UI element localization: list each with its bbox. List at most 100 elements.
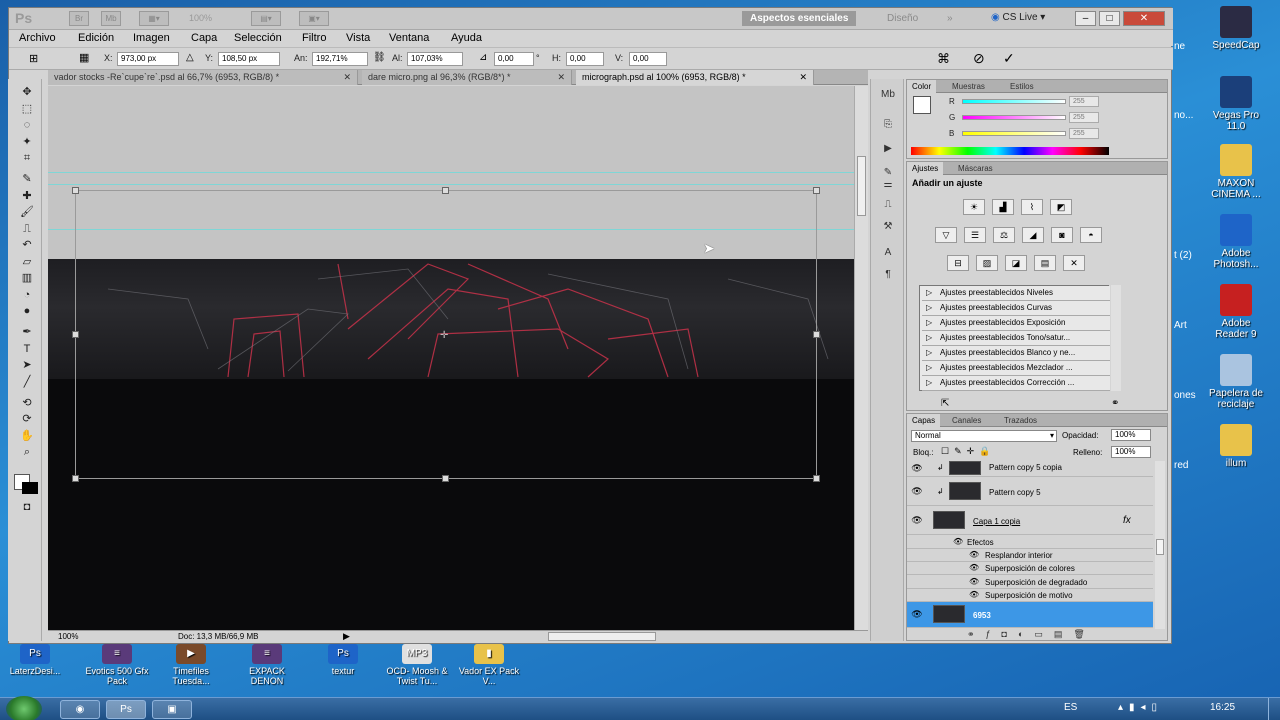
move-tool-icon[interactable]: ✥ <box>18 85 36 99</box>
brush-tool-icon[interactable]: 🖌 <box>18 205 36 219</box>
layer-row-selected[interactable]: 👁 6953 <box>907 602 1153 628</box>
stamp-tool-icon[interactable]: ⎍ <box>18 222 36 236</box>
menu-capa[interactable]: Capa <box>191 31 217 45</box>
gradient-tool-icon[interactable]: ▥ <box>18 271 36 285</box>
color-spectrum-ramp[interactable] <box>911 147 1109 155</box>
desktop-icon[interactable]: Papelera de reciclaje <box>1208 354 1264 410</box>
maximize-button[interactable]: □ <box>1099 11 1120 26</box>
adjust-icon[interactable]: ⚌ <box>879 179 897 193</box>
tray-icons[interactable]: ▴▮◂▯ <box>1118 702 1163 713</box>
history-panel-icon[interactable]: ⎘ <box>879 119 897 133</box>
3d-camera-tool-icon[interactable]: ⟳ <box>18 412 36 426</box>
desktop-icon[interactable]: Ps LaterzDesi... <box>2 644 68 676</box>
return-to-list-icon[interactable]: ⇱ <box>941 398 949 409</box>
desktop-icon[interactable]: ≡ Evotics 500 Gfx Pack <box>84 644 150 686</box>
marquee-tool-icon[interactable]: ⬚ <box>18 102 36 116</box>
history-brush-icon[interactable]: ↶ <box>18 238 36 252</box>
channel-mixer-icon[interactable]: ◓ <box>1080 227 1102 243</box>
desktop-icon[interactable]: ≡ EXPACK DENON <box>234 644 300 686</box>
scroll-thumb[interactable] <box>857 156 866 216</box>
minimize-button[interactable]: – <box>1075 11 1096 26</box>
menu-archivo[interactable]: Archivo <box>19 31 56 45</box>
play-icon[interactable]: ▶ <box>343 631 350 642</box>
tab-estilos[interactable]: Estilos <box>1005 80 1039 93</box>
threshold-icon[interactable]: ◪ <box>1005 255 1027 271</box>
x-field[interactable]: 973,00 px <box>117 52 179 66</box>
y-field[interactable]: 108,50 px <box>218 52 280 66</box>
zoom-select[interactable]: 100% <box>189 13 212 23</box>
gradient-map-icon[interactable]: ▤ <box>1034 255 1056 271</box>
tab-muestras[interactable]: Muestras <box>947 80 990 93</box>
preset-item[interactable]: Ajustes preestablecidos Corrección ... <box>922 376 1110 391</box>
link-icon[interactable]: ⛓ <box>373 52 386 63</box>
tab-mascaras[interactable]: Máscaras <box>953 162 998 175</box>
character-panel-icon[interactable]: A <box>879 247 897 261</box>
layer-row[interactable]: 👁 Capa 1 copia fx <box>907 507 1153 535</box>
exposure-icon[interactable]: ◩ <box>1050 199 1072 215</box>
vibrance-icon[interactable]: ▽ <box>935 227 957 243</box>
r-slider[interactable] <box>962 99 1066 104</box>
transform-handle[interactable] <box>72 475 79 482</box>
tab-capas[interactable]: Capas <box>907 414 941 427</box>
layers-scroll-thumb[interactable] <box>1156 539 1164 555</box>
eye-icon[interactable]: 👁 <box>969 590 979 599</box>
show-desktop-button[interactable] <box>1268 698 1280 720</box>
taskbar-app-icon[interactable]: ▣ <box>152 700 192 719</box>
b-value[interactable]: 255 <box>1069 128 1099 139</box>
desktop-icon[interactable]: Adobe Reader 9 <box>1208 284 1264 340</box>
eye-icon[interactable]: 👁 <box>911 609 923 620</box>
eye-icon[interactable]: 👁 <box>911 515 923 526</box>
taskbar-photoshop-icon[interactable]: Ps <box>106 700 146 719</box>
warp-icon[interactable]: ⌘ <box>937 51 950 67</box>
preset-item[interactable]: Ajustes preestablecidos Niveles <box>922 286 1110 301</box>
vskew-field[interactable]: 0,00 <box>629 52 667 66</box>
layer-footer-icons[interactable]: ⚭ƒ◘◐▭▤🗑 <box>967 629 1096 640</box>
close-icon[interactable]: ✕ <box>557 70 565 85</box>
minibridge-panel-icon[interactable]: Mb <box>879 89 897 103</box>
zoom-readout[interactable]: 100% <box>58 632 78 641</box>
eraser-tool-icon[interactable]: ▱ <box>18 255 36 269</box>
menu-ayuda[interactable]: Ayuda <box>451 31 482 45</box>
curves-icon[interactable]: ⌇ <box>1021 199 1043 215</box>
close-icon[interactable]: ✕ <box>799 70 807 85</box>
menu-ventana[interactable]: Ventana <box>389 31 429 45</box>
eyedropper-tool-icon[interactable]: ✎ <box>18 172 36 186</box>
actions-panel-icon[interactable]: ▶ <box>879 143 897 157</box>
panel-options-icon[interactable]: ⚭ <box>1111 398 1119 409</box>
quick-select-tool-icon[interactable]: ✦ <box>18 135 36 149</box>
zoom-tool-icon[interactable]: ⌕ <box>18 445 36 459</box>
tab-trazados[interactable]: Trazados <box>999 414 1042 427</box>
type-tool-icon[interactable]: T <box>18 342 36 356</box>
transform-handle[interactable] <box>442 187 449 194</box>
effects-row[interactable]: 👁 Efectos <box>907 536 1153 549</box>
color-balance-icon[interactable]: ⚖ <box>993 227 1015 243</box>
fx-icon[interactable]: fx <box>1123 515 1131 526</box>
cs-live-button[interactable]: ◉ CS Live ▾ <box>991 12 1045 23</box>
menu-imagen[interactable]: Imagen <box>133 31 170 45</box>
posterize-icon[interactable]: ▨ <box>976 255 998 271</box>
effect-row[interactable]: 👁 Superposición de colores <box>907 562 1153 576</box>
menu-seleccion[interactable]: Selección <box>234 31 282 45</box>
menu-edicion[interactable]: Edición <box>78 31 114 45</box>
healing-tool-icon[interactable]: ✚ <box>18 189 36 203</box>
transform-handle[interactable] <box>813 331 820 338</box>
foreground-color-swatch[interactable] <box>913 96 931 114</box>
lock-icons[interactable]: ☐✎✛🔒 <box>941 446 995 457</box>
eye-icon[interactable]: 👁 <box>969 563 979 572</box>
hand-tool-icon[interactable]: ✋ <box>18 429 36 443</box>
eye-icon[interactable]: 👁 <box>911 486 923 497</box>
tab-ajustes[interactable]: Ajustes <box>907 162 944 175</box>
workspace-design[interactable]: Diseño <box>879 11 926 26</box>
desktop-icon[interactable]: Ps textur <box>310 644 376 676</box>
horizontal-scroll-thumb[interactable] <box>548 632 656 641</box>
workspace-more[interactable]: » <box>939 11 961 26</box>
commit-transform-icon[interactable]: ✓ <box>1003 50 1015 67</box>
tool-presets-icon[interactable]: ⚒ <box>879 221 897 235</box>
desktop-icon[interactable]: MAXON CINEMA ... <box>1208 144 1264 200</box>
invert-icon[interactable]: ⊟ <box>947 255 969 271</box>
presets-scrollbar[interactable] <box>1111 285 1121 391</box>
effect-row[interactable]: 👁 Superposición de motivo <box>907 589 1153 602</box>
lasso-tool-icon[interactable]: ◌ <box>18 118 36 132</box>
menu-filtro[interactable]: Filtro <box>302 31 326 45</box>
relative-position-icon[interactable]: △ <box>186 52 194 63</box>
